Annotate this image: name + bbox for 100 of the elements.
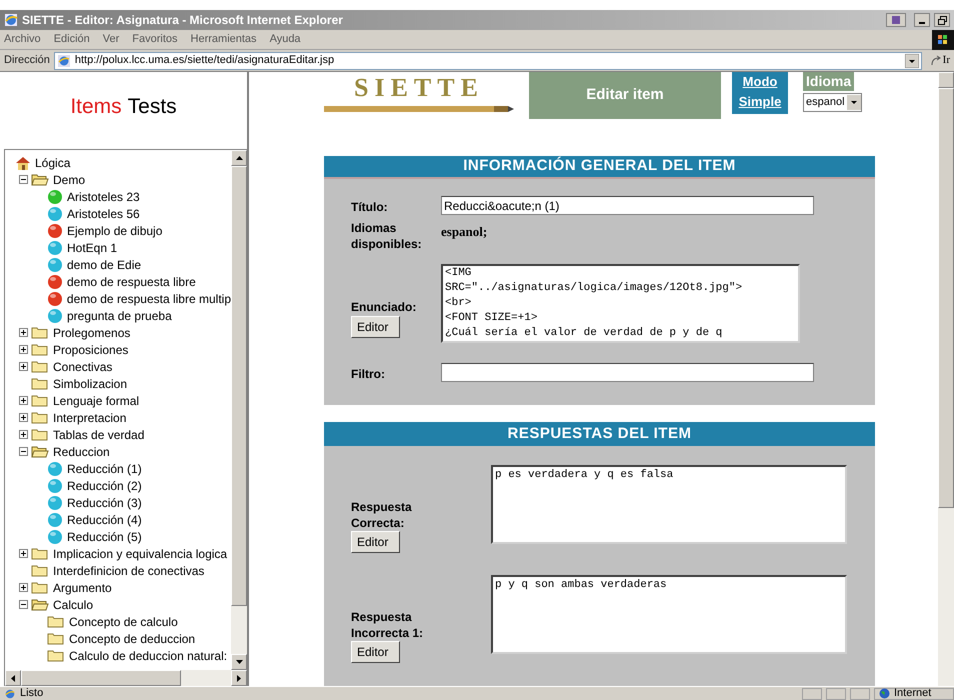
page-heading: Editar item	[529, 72, 721, 119]
go-button[interactable]: Ir	[926, 52, 954, 70]
folder-icon	[31, 394, 49, 407]
tree-item[interactable]: Argumento	[53, 578, 112, 596]
expand-icon[interactable]	[19, 345, 28, 354]
go-arrow-icon	[930, 54, 942, 66]
menu-button[interactable]	[886, 13, 906, 27]
folder-icon	[31, 326, 49, 339]
tree-item[interactable]: Tablas de verdad	[53, 426, 144, 444]
open-folder-icon	[31, 598, 49, 611]
scroll-up-button[interactable]	[231, 150, 247, 166]
simple-mode-link[interactable]: Modo Simple	[732, 72, 788, 114]
tree-item[interactable]: Lenguaje formal	[53, 392, 140, 410]
tree-item[interactable]: Proposiciones	[53, 340, 128, 358]
tree-item[interactable]: Calculo de deduccion natural:	[69, 646, 228, 664]
tree-item[interactable]: pregunta de prueba	[67, 306, 172, 324]
tree-item[interactable]: Reduccion	[53, 442, 110, 460]
answer-field[interactable]: p y q son ambas verdaderas	[491, 575, 847, 654]
editor-button[interactable]: Editor	[351, 316, 400, 338]
folder-icon	[47, 649, 65, 662]
scroll-thumb[interactable]	[938, 88, 954, 508]
tree-item[interactable]: Prolegomenos	[53, 324, 130, 342]
horizontal-scrollbar[interactable]	[5, 670, 247, 686]
minimize-button[interactable]	[914, 13, 930, 27]
answer-field[interactable]: p es verdadera y q es falsa	[491, 465, 847, 544]
expand-icon[interactable]	[19, 583, 28, 592]
title-field[interactable]: Reducci&oacute;n (1)	[441, 196, 814, 215]
folder-icon	[31, 343, 49, 356]
logo: SIETTE	[354, 72, 484, 104]
expand-icon[interactable]	[19, 328, 28, 337]
tree-item[interactable]: Demo	[53, 170, 86, 188]
expand-icon[interactable]	[19, 549, 28, 558]
expand-icon[interactable]	[19, 413, 28, 422]
expand-icon[interactable]	[19, 362, 28, 371]
vertical-scrollbar[interactable]	[231, 150, 247, 670]
page-icon	[4, 688, 16, 700]
tree-item[interactable]: Reducción (3)	[67, 494, 142, 512]
field-label: Idiomas disponibles:	[351, 220, 423, 252]
address-field[interactable]: http://polux.lcc.uma.es/siette/tedi/asignaturaEditar.jsp	[54, 52, 922, 70]
tree-item[interactable]: Reducción (5)	[67, 528, 142, 546]
address-label: Dirección	[4, 53, 50, 68]
up-arrow-icon	[236, 156, 242, 160]
language-select[interactable]: espanol	[803, 93, 862, 112]
collapse-icon[interactable]	[19, 447, 28, 456]
tree-item[interactable]: Interdefinicion de conectivas	[53, 562, 204, 580]
tab-link[interactable]: Items	[70, 90, 122, 122]
field-label: Título:	[351, 199, 389, 216]
menu-item[interactable]: Favoritos	[132, 31, 178, 48]
editor-button[interactable]: Editor	[351, 641, 400, 663]
scroll-thumb[interactable]	[21, 670, 181, 686]
menu-item[interactable]: Ver	[102, 31, 120, 48]
tree-item[interactable]: Implicacion y equivalencia logica	[53, 544, 228, 562]
tab-link[interactable]: Tests	[128, 90, 177, 122]
tree-item[interactable]: Aristoteles 56	[67, 204, 140, 222]
editor-button[interactable]: Editor	[351, 531, 400, 553]
scroll-thumb[interactable]	[231, 166, 247, 606]
tree-item[interactable]: HotEqn 1	[67, 238, 118, 256]
tree-item[interactable]: Simbolizacion	[53, 374, 128, 392]
expand-icon[interactable]	[19, 430, 28, 439]
folder-icon	[31, 547, 49, 560]
tree-item[interactable]: Calculo	[53, 596, 94, 614]
folder-icon	[31, 377, 49, 390]
scroll-right-button[interactable]	[231, 670, 247, 686]
open-folder-icon	[31, 173, 49, 186]
menu-item[interactable]: Ayuda	[270, 31, 301, 48]
status-text: Listo	[20, 686, 44, 700]
tree-item[interactable]: demo de respuesta libre multip	[66, 290, 231, 308]
house-icon	[15, 156, 31, 170]
answer-label: Respuesta Correcta:	[351, 499, 413, 531]
vertical-scrollbar[interactable]	[938, 72, 954, 686]
tree-item[interactable]: Reducción (4)	[67, 510, 142, 528]
menu-item[interactable]: Herramientas	[190, 31, 257, 48]
tree-item[interactable]: Concepto de calculo	[69, 612, 178, 630]
collapse-icon[interactable]	[19, 175, 28, 184]
status-pane	[826, 688, 846, 700]
dropdown-arrow-icon[interactable]	[904, 54, 919, 68]
globe-icon	[879, 688, 890, 699]
tree-item[interactable]: Concepto de deduccion	[69, 630, 196, 648]
answer-label: Respuesta Incorrecta 1:	[351, 609, 424, 641]
collapse-icon[interactable]	[19, 600, 28, 609]
tree-item[interactable]: Lógica	[35, 154, 70, 172]
expand-icon[interactable]	[19, 396, 28, 405]
tree-item[interactable]: Reducción (2)	[67, 476, 142, 494]
scroll-left-button[interactable]	[5, 670, 21, 686]
tree-item[interactable]: Reducción (1)	[67, 460, 142, 478]
tree-item[interactable]: Conectivas	[53, 358, 112, 376]
scroll-down-button[interactable]	[231, 654, 247, 670]
restore-button[interactable]	[934, 13, 950, 27]
tree-item[interactable]: demo de Edie	[67, 256, 142, 274]
menu-item[interactable]: Archivo	[4, 31, 41, 48]
field-label: Enunciado:	[351, 299, 418, 316]
tree-item[interactable]: Interpretacion	[53, 408, 126, 426]
zone-text: Internet	[894, 686, 932, 700]
filter-field[interactable]	[441, 363, 814, 382]
statement-field[interactable]: <IMG SRC="../asignaturas/logica/images/12Ot8.jpg"> <br> <FONT SIZE=+1> ¿Cuál sería el valor de verdad de p y de q	[441, 264, 800, 343]
menu-item[interactable]: Edición	[54, 31, 90, 48]
tree-item[interactable]: Aristoteles 23	[67, 188, 140, 206]
folder-icon	[31, 360, 49, 373]
tree-item[interactable]: demo de respuesta libre	[67, 272, 196, 290]
tree-item[interactable]: Ejemplo de dibujo	[67, 222, 162, 240]
